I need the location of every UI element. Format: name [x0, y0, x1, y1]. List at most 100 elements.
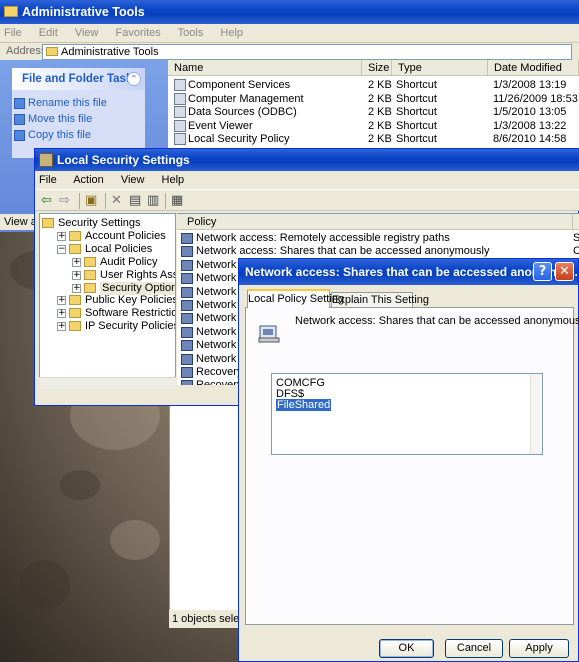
file-type: Shortcut	[396, 92, 437, 105]
menu-bar: File Edit View Favorites Tools Help	[0, 24, 579, 42]
tree-item[interactable]: + Public Key Policies	[40, 294, 175, 307]
policy-icon	[181, 286, 193, 298]
policy-setting: C	[573, 245, 579, 258]
column-header-date[interactable]: Date Modified	[488, 60, 579, 76]
column-header-name[interactable]: Name	[168, 60, 362, 76]
menu-file[interactable]: File	[39, 174, 57, 186]
file-name: Component Services	[188, 79, 291, 91]
policy-icon	[181, 367, 193, 378]
folder-icon	[42, 218, 54, 228]
expander-icon[interactable]: +	[57, 296, 66, 306]
menu-tools[interactable]: Tools	[178, 27, 204, 39]
menu-view[interactable]: View	[121, 174, 145, 186]
tree-item[interactable]: + Security Options	[40, 281, 175, 295]
tree-item-label: User Rights Assignment	[100, 268, 175, 281]
toolbar-divider	[105, 193, 106, 209]
file-type: Shortcut	[396, 106, 437, 119]
policy-row[interactable]: Network access: Remotely accessible regi…	[177, 232, 579, 245]
policy-row[interactable]: Network access: Shares that can be acces…	[177, 245, 579, 258]
file-date: 11/26/2009 18:53	[493, 92, 578, 105]
cancel-button[interactable]: Cancel	[445, 639, 503, 658]
move-file-link[interactable]: Move this file	[28, 113, 92, 125]
address-label: Address	[6, 45, 47, 57]
tree-item[interactable]: + IP Security Policies on Local	[40, 320, 176, 333]
tab-local-policy-setting[interactable]: Local Policy Setting	[247, 289, 344, 308]
tree-item[interactable]: Security Settings	[40, 217, 175, 230]
file-row[interactable]: Local Security Policy 2 KB Shortcut 8/6/201…	[168, 132, 579, 146]
ok-button[interactable]: OK	[379, 639, 434, 658]
expander-icon[interactable]: +	[57, 309, 66, 319]
expander-icon[interactable]: +	[72, 257, 81, 267]
copy-file-link[interactable]: Copy this file	[28, 129, 91, 141]
tree-item-label: IP Security Policies on Local	[85, 320, 176, 333]
menu-view[interactable]: View	[75, 27, 99, 39]
up-folder-icon[interactable]: ▣	[85, 194, 97, 208]
collapse-icon[interactable]: ⌃	[127, 72, 141, 86]
copy-icon	[14, 130, 25, 141]
menu-action[interactable]: Action	[73, 174, 104, 186]
tree-item[interactable]: + Account Policies	[40, 229, 175, 243]
close-button[interactable]: ✕	[555, 262, 574, 281]
policy-icon	[258, 325, 280, 343]
column-header-setting[interactable]: S	[573, 214, 579, 230]
folder-icon	[69, 321, 81, 332]
refresh-icon[interactable]: ▥	[147, 194, 159, 208]
folder-icon	[84, 256, 96, 267]
menu-help[interactable]: Help	[162, 174, 185, 186]
tree-item[interactable]: + Audit Policy	[40, 255, 175, 269]
delete-icon[interactable]: ✕	[111, 194, 122, 208]
file-size: 2 KB	[368, 119, 392, 132]
menu-help[interactable]: Help	[220, 27, 243, 39]
expander-icon[interactable]: +	[57, 322, 66, 332]
tree-item[interactable]: − Local Policies	[40, 242, 175, 256]
status-bar: View an	[0, 214, 36, 230]
dialog-title: Network access: Shares that can be acces…	[239, 259, 578, 285]
shortcut-icon	[174, 133, 186, 146]
file-date: 1/5/2010 13:05	[493, 106, 567, 119]
vertical-scrollbar[interactable]	[530, 374, 542, 454]
horizontal-scrollbar[interactable]	[39, 377, 176, 389]
shares-list[interactable]: COMCFG DFS$ FileShared	[271, 373, 543, 455]
tree-item-label: Local Policies	[85, 242, 153, 255]
security-settings-icon	[39, 153, 53, 167]
file-name: Local Security Policy	[188, 133, 290, 146]
file-row[interactable]: Component Services 2 KB Shortcut 1/3/2008 1…	[168, 78, 579, 92]
menu-bar: File Action View Help	[35, 171, 579, 189]
expander-icon[interactable]: +	[57, 231, 66, 241]
file-row[interactable]: Data Sources (ODBC) 2 KB Shortcut 1/5/2010 …	[168, 105, 579, 119]
share-item-selected[interactable]: FileShared	[276, 399, 332, 411]
tree-item[interactable]: + User Rights Assignment	[40, 268, 175, 282]
column-header-size[interactable]: Size	[362, 60, 392, 76]
column-header-type[interactable]: Type	[392, 60, 488, 76]
expander-icon[interactable]: −	[57, 244, 66, 254]
policy-icon	[181, 233, 193, 244]
expander-icon[interactable]: +	[72, 283, 81, 293]
file-row[interactable]: Computer Management 2 KB Shortcut 11/26/200…	[168, 92, 579, 106]
tree-item-label: Audit Policy	[100, 255, 158, 268]
menu-file[interactable]: File	[4, 27, 22, 39]
back-arrow-icon[interactable]: ⇦	[41, 194, 52, 208]
window-title: Administrative Tools	[0, 0, 579, 24]
policy-icon	[181, 313, 193, 325]
forward-arrow-icon[interactable]: ⇨	[59, 194, 70, 208]
file-size: 2 KB	[368, 79, 392, 91]
address-field[interactable]: Administrative Tools	[42, 44, 572, 60]
file-date: 1/3/2008 13:22	[493, 119, 567, 132]
help-button[interactable]: ?	[533, 262, 552, 281]
properties-icon[interactable]: ▤	[129, 194, 141, 208]
tree-item-label: Security Settings	[58, 217, 141, 229]
help-icon[interactable]: ▦	[171, 194, 183, 208]
column-header-policy[interactable]: Policy	[177, 214, 573, 230]
tree-item[interactable]: + Software Restriction Policies	[40, 307, 175, 320]
move-icon	[14, 114, 25, 125]
menu-favorites[interactable]: Favorites	[116, 27, 161, 39]
apply-button[interactable]: Apply	[509, 639, 569, 658]
folder-icon	[84, 282, 96, 293]
rename-file-link[interactable]: Rename this file	[28, 97, 107, 109]
file-row[interactable]: Event Viewer 2 KB Shortcut 1/3/2008 13:22	[168, 119, 579, 133]
tree-item-label: Account Policies	[85, 229, 166, 242]
policy-icon	[181, 273, 193, 285]
expander-icon[interactable]: +	[72, 270, 81, 280]
tasks-header[interactable]: File and Folder Tasks	[12, 68, 145, 90]
menu-edit[interactable]: Edit	[39, 27, 58, 39]
